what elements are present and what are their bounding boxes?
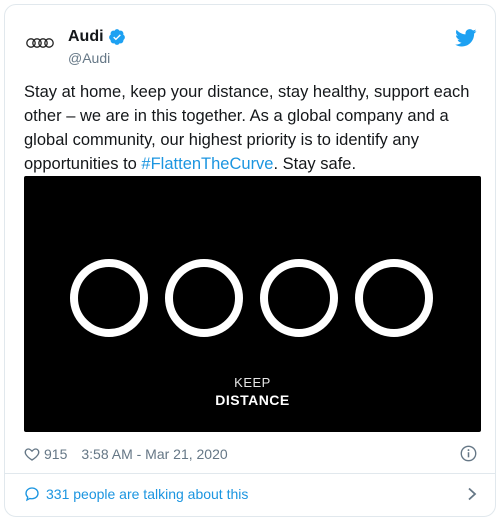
verified-badge-icon [108,29,125,45]
tweet-text: Stay at home, keep your distance, stay h… [24,80,479,176]
heart-icon[interactable] [24,446,40,462]
conversation-text[interactable]: 331 people are talking about this [46,486,248,502]
tweet-meta: 915 3:58 AM - Mar 21, 2020 [24,444,228,464]
like-count[interactable]: 915 [44,446,67,462]
info-icon[interactable] [460,445,477,462]
tweet-text-end: . Stay safe. [273,155,357,173]
tweet-timestamp[interactable]: 3:58 AM - Mar 21, 2020 [81,446,227,462]
media-caption-distance: DISTANCE [215,392,290,408]
media-caption-keep: KEEP [234,375,271,390]
divider [5,473,495,474]
conversation-link[interactable]: 331 people are talking about this [24,483,248,505]
tweet-card: Audi @Audi Stay at home, keep your dista… [4,4,496,517]
tweet-header: Audi @Audi [5,5,495,67]
tweet-media-image[interactable]: KEEP DISTANCE [24,176,481,432]
hashtag-link[interactable]: #FlattenTheCurve [141,155,273,173]
audi-rings-icon[interactable] [25,35,55,51]
author-name[interactable]: Audi [68,28,104,46]
speech-bubble-icon [25,487,39,502]
author-handle[interactable]: @Audi [68,50,110,66]
twitter-bird-icon[interactable] [455,29,477,47]
author-name-row[interactable]: Audi [68,28,126,46]
chevron-right-icon[interactable] [467,487,477,501]
